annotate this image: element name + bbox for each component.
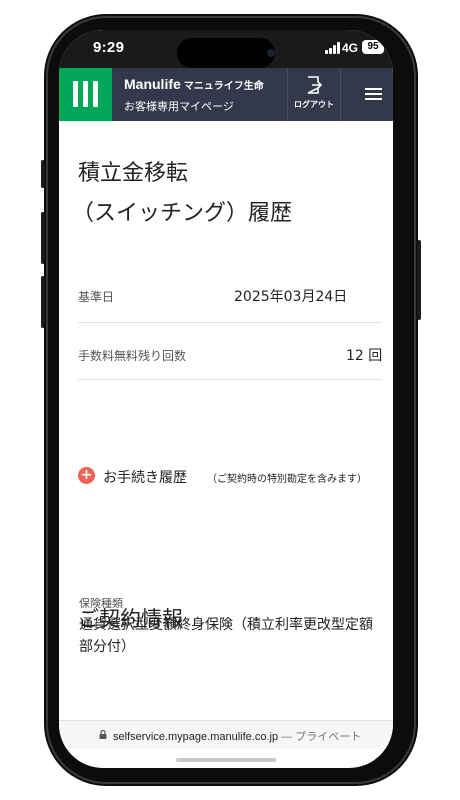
url-text: selfservice.mypage.manulife.co.jp — プライベ… [113,728,361,744]
status-time: 9:29 [93,39,125,56]
brand-name: Manulife マニュライフ生命 [124,76,264,92]
header-subtitle: お客様専用マイページ [124,100,234,113]
logout-label: ログアウト [294,100,334,109]
base-date-value: 2025年03月24日 [234,289,348,305]
power-button [417,240,421,320]
insurance-type-value: 通貨選択型変額終身保険（積立利率更改型定額部分付） [79,617,373,655]
network-type: 4G [342,41,359,55]
volume-up-button [41,212,45,264]
procedure-history-label: お手続き履歴 [103,470,187,486]
dynamic-island [177,38,275,68]
url-domain: selfservice.mypage.manulife.co.jp [113,731,279,743]
procedure-history-note: （ご契約時の特別勘定を含みます） [207,474,367,485]
phone-screen: 9:29 4G 95 Manulife マニュライフ生命 お客様専用マイページ ロ… [59,30,393,768]
app-header: Manulife マニュライフ生命 お客様専用マイページ ログアウト [59,68,393,121]
browser-address-bar[interactable]: selfservice.mypage.manulife.co.jp — プライベ… [59,720,393,749]
lock-icon [99,730,107,739]
base-date-label: 基準日 [78,290,115,304]
insurance-type-label: 保険種類 [79,597,123,610]
volume-down-button [41,276,45,328]
private-label: — プライベート [281,731,362,743]
battery-icon: 95 [362,40,387,54]
status-bar: 9:29 4G 95 [59,30,393,68]
front-camera [267,49,275,57]
home-indicator[interactable] [176,758,276,762]
manulife-logo-icon[interactable] [59,68,112,121]
plus-icon: + [78,467,95,484]
page-title-line-2: （スイッチング）履歴 [72,201,293,226]
logout-icon [307,76,322,94]
mute-switch [41,160,45,188]
divider [78,379,382,380]
divider [78,322,382,323]
brand-name-en: Manulife [124,76,181,92]
fee-free-remaining-label: 手数料無料残り回数 [78,349,187,363]
fee-free-remaining-value: 12 回 [346,348,383,364]
logout-button[interactable]: ログアウト [287,68,341,121]
menu-icon[interactable] [365,88,382,101]
brand-name-jp: マニュライフ生命 [183,81,264,92]
page-title-line-1: 積立金移転 [78,161,189,186]
